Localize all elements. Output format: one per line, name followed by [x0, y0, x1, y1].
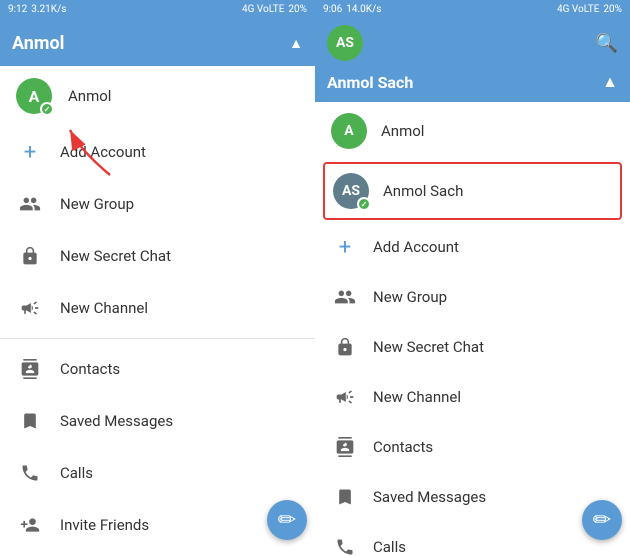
right-menu-item-anmol-sach[interactable]: AS ✓ Anmol Sach	[323, 162, 622, 220]
right-menu-item-new-secret-chat[interactable]: New Secret Chat	[315, 322, 630, 372]
left-time: 9:12	[8, 4, 27, 15]
right-contacts-icon	[331, 433, 359, 461]
right-menu-label-calls: Calls	[373, 538, 406, 556]
menu-item-new-channel[interactable]: New Channel	[0, 282, 315, 334]
right-group-icon	[331, 283, 359, 311]
account-section: Anmol Sach ▲	[315, 66, 630, 102]
left-battery: 20%	[288, 4, 307, 15]
divider-1	[0, 338, 315, 339]
menu-item-contacts[interactable]: Contacts	[0, 343, 315, 395]
right-battery: 20%	[603, 4, 622, 15]
menu-label-new-group: New Group	[60, 195, 134, 213]
menu-label-saved-messages: Saved Messages	[60, 412, 173, 430]
right-avatar-check: ✓	[357, 197, 371, 211]
right-avatar-anmol-sach: AS ✓	[333, 173, 369, 209]
right-menu-label-add-account: Add Account	[373, 238, 459, 256]
right-search-icon[interactable]: 🔍	[596, 33, 618, 54]
megaphone-icon	[16, 294, 44, 322]
account-name: Anmol Sach	[327, 73, 413, 92]
right-time: 9:06	[323, 4, 342, 15]
right-speed: 14.0K/s	[346, 4, 381, 15]
right-menu-label-new-group: New Group	[373, 288, 447, 306]
right-header: AS 🔍	[315, 18, 630, 66]
plus-icon-left: +	[16, 138, 44, 166]
menu-label-calls: Calls	[60, 464, 93, 482]
contacts-icon	[16, 355, 44, 383]
right-menu-item-contacts[interactable]: Contacts	[315, 422, 630, 472]
menu-item-new-secret-chat[interactable]: New Secret Chat	[0, 230, 315, 282]
left-header: Anmol ▲	[0, 18, 315, 66]
right-bookmark-icon	[331, 483, 359, 511]
account-name-row[interactable]: Anmol Sach ▲	[327, 72, 618, 92]
lock-icon	[16, 242, 44, 270]
right-menu-label-new-secret-chat: New Secret Chat	[373, 338, 484, 356]
menu-label-contacts: Contacts	[60, 360, 120, 378]
right-lock-icon	[331, 333, 359, 361]
right-header-avatar: AS	[327, 25, 363, 61]
menu-item-saved-messages[interactable]: Saved Messages	[0, 395, 315, 447]
left-speed: 3.21K/s	[31, 4, 66, 15]
right-menu-item-anmol[interactable]: A Anmol	[315, 102, 630, 160]
bookmark-icon	[16, 407, 44, 435]
left-panel: 9:12 3.21K/s 4G VoLTE 20% Anmol ▲ A ✓ An…	[0, 0, 315, 556]
menu-item-add-account[interactable]: + Add Account	[0, 126, 315, 178]
menu-item-settings[interactable]: Settings	[0, 551, 315, 556]
right-megaphone-icon	[331, 383, 359, 411]
group-icon	[16, 190, 44, 218]
menu-item-calls[interactable]: Calls	[0, 447, 315, 499]
right-phone-icon	[331, 533, 359, 556]
menu-item-new-group[interactable]: New Group	[0, 178, 315, 230]
menu-item-anmol[interactable]: A ✓ Anmol	[0, 66, 315, 126]
right-menu-label-saved-messages: Saved Messages	[373, 488, 486, 506]
right-signal: 4G VoLTE	[557, 4, 599, 15]
menu-label-invite-friends: Invite Friends	[60, 516, 149, 534]
right-avatar-anmol: A	[331, 113, 367, 149]
menu-label-add-account: Add Account	[60, 143, 146, 161]
right-menu-label-anmol: Anmol	[381, 122, 424, 140]
avatar-anmol: A ✓	[16, 78, 52, 114]
left-fab[interactable]: ✏	[267, 500, 307, 540]
account-arrow[interactable]: ▲	[602, 72, 618, 92]
right-menu-label-contacts: Contacts	[373, 438, 433, 456]
menu-label-anmol: Anmol	[68, 87, 111, 105]
right-menu-label-anmol-sach: Anmol Sach	[383, 182, 463, 200]
left-menu: A ✓ Anmol + Add Account New Group New Se…	[0, 66, 315, 556]
left-header-arrow[interactable]: ▲	[289, 35, 303, 52]
menu-label-new-channel: New Channel	[60, 299, 148, 317]
right-panel: 9:06 14.0K/s 4G VoLTE 20% AS 🔍 Anmol Sac…	[315, 0, 630, 556]
phone-icon	[16, 459, 44, 487]
right-menu-item-new-group[interactable]: New Group	[315, 272, 630, 322]
right-status-bar: 9:06 14.0K/s 4G VoLTE 20%	[315, 0, 630, 18]
invite-icon	[16, 511, 44, 539]
left-signal: 4G VoLTE	[242, 4, 284, 15]
right-menu: A Anmol AS ✓ Anmol Sach + Add Account Ne…	[315, 102, 630, 556]
right-plus-icon: +	[331, 233, 359, 261]
left-header-title: Anmol	[12, 33, 64, 54]
avatar-check: ✓	[40, 102, 54, 116]
menu-label-new-secret-chat: New Secret Chat	[60, 247, 171, 265]
right-menu-item-add-account[interactable]: + Add Account	[315, 222, 630, 272]
right-menu-item-new-channel[interactable]: New Channel	[315, 372, 630, 422]
right-fab[interactable]: ✏	[582, 500, 622, 540]
right-menu-label-new-channel: New Channel	[373, 388, 461, 406]
left-status-bar: 9:12 3.21K/s 4G VoLTE 20%	[0, 0, 315, 18]
